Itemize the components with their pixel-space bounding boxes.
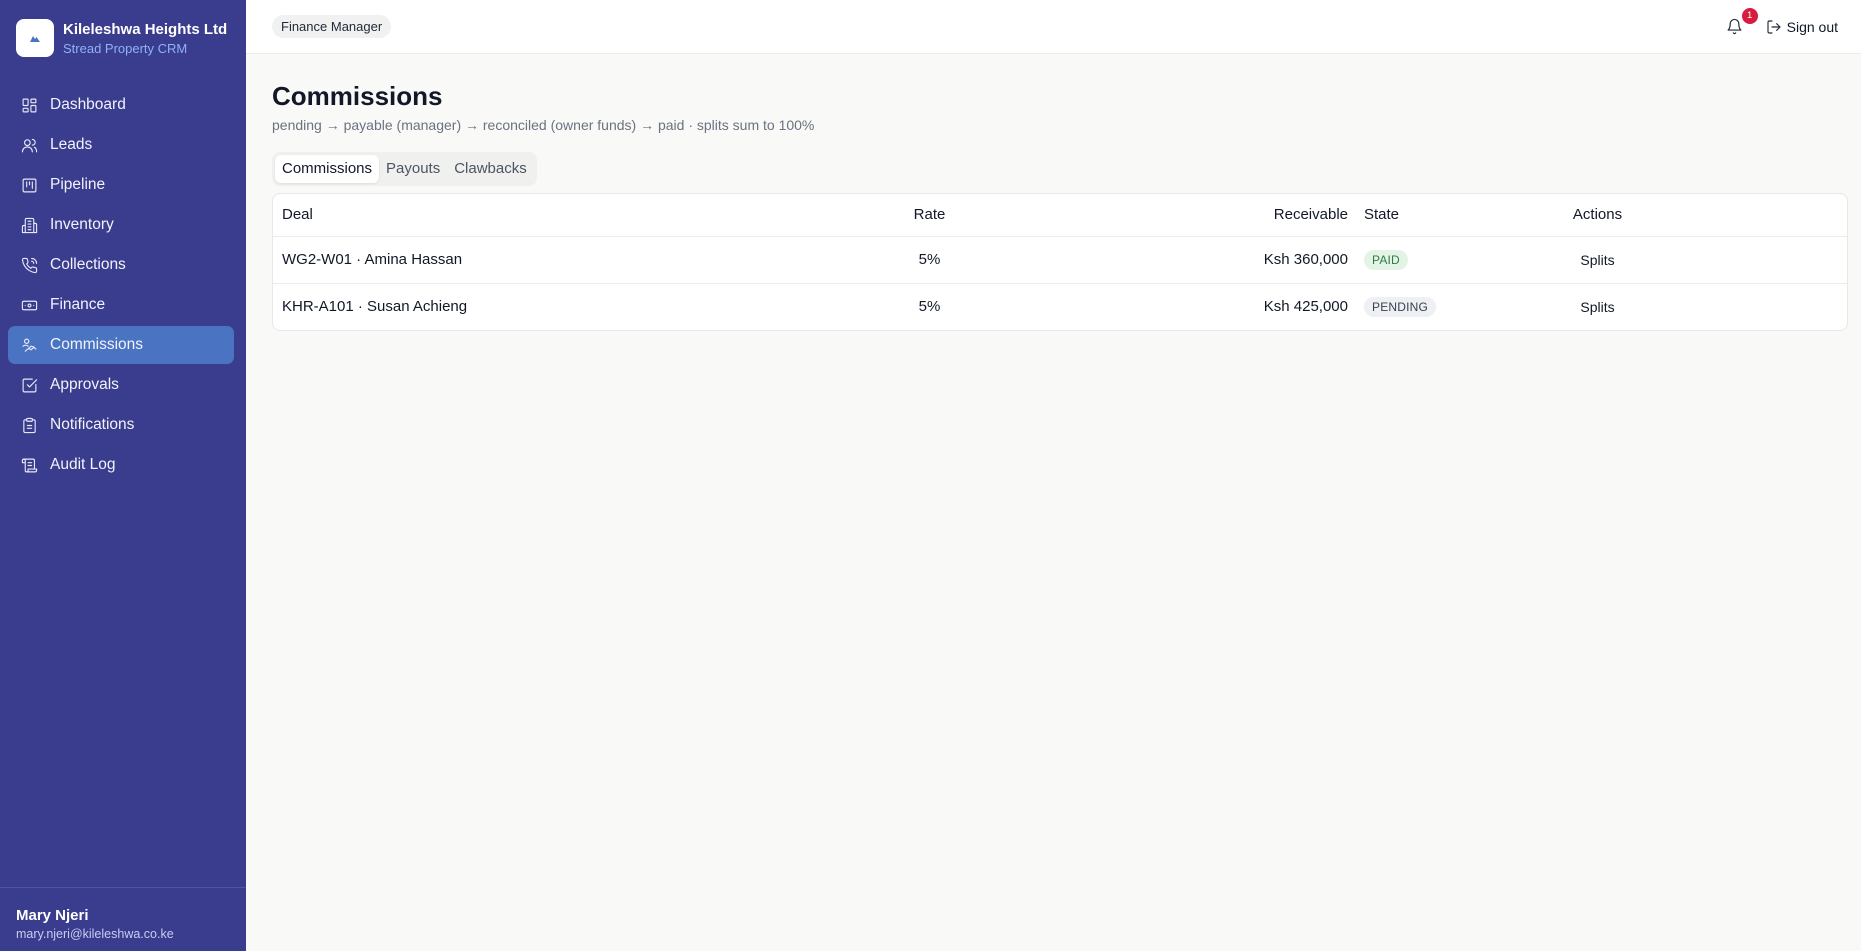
sidebar-item-commissions[interactable]: Commissions (8, 326, 234, 364)
receivable-cell: Ksh 360,000 (971, 236, 1355, 284)
tab-bar: Commissions Payouts Clawbacks (272, 152, 537, 186)
sidebar-item-label: Inventory (50, 216, 114, 233)
state-cell: PENDING (1355, 283, 1495, 330)
tab-commissions[interactable]: Commissions (275, 155, 380, 183)
column-header-receivable: Receivable (971, 194, 1355, 237)
rate-cell: 5% (918, 298, 941, 316)
actions-cell: Splits (1495, 283, 1700, 330)
commissions-table: Deal Rate Receivable State Actions WG2-W… (272, 193, 1848, 331)
sidebar-item-label: Commissions (50, 336, 144, 353)
receivable-cell: Ksh 425,000 (1263, 298, 1348, 316)
sidebar-item-label: Finance (50, 296, 106, 313)
sidebar-item-label: Collections (50, 256, 126, 273)
notification-count-badge: 1 (1741, 7, 1758, 24)
state-cell: PAID (1355, 236, 1495, 284)
actions-cell: Splits (1495, 236, 1700, 284)
notifications-button[interactable]: 1 (1724, 7, 1758, 38)
sidebar-item-finance[interactable]: Finance (8, 286, 234, 324)
status-badge: PAID (1364, 249, 1408, 270)
deal-cell: WG2-W01 · Amina Hassan (273, 236, 888, 284)
sign-out-label: Sign out (1786, 18, 1838, 35)
deal-cell: KHR-A101 · Susan Achieng (282, 298, 468, 316)
spacer-cell (1700, 236, 1847, 284)
column-header-state: State (1355, 194, 1495, 237)
sidebar-item-collections[interactable]: Collections (8, 246, 234, 284)
role-badge: Finance Manager (272, 15, 392, 38)
sidebar-item-label: Leads (50, 136, 93, 153)
handshake-icon (20, 336, 38, 354)
column-spacer (1700, 194, 1847, 237)
building-icon (20, 216, 38, 234)
phone-icon (20, 256, 38, 274)
sidebar-item-audit-log[interactable]: Audit Log (8, 446, 234, 484)
table-header-row: Deal Rate Receivable State Actions (273, 194, 1847, 237)
sidebar-item-label: Notifications (50, 416, 135, 433)
tab-payouts[interactable]: Payouts (379, 155, 447, 183)
brand-subtitle: Stread Property CRM (63, 40, 188, 56)
sidebar-item-dashboard[interactable]: Dashboard (8, 86, 234, 124)
user-profile: Mary Njeri mary.njeri@kileleshwa.co.ke (0, 887, 246, 951)
main-area: Finance Manager 1 Sign out Commissions p… (246, 0, 1861, 951)
log-out-icon (1767, 19, 1781, 34)
content: Commissions pending → payable (manager) … (246, 54, 1861, 331)
sidebar-item-approvals[interactable]: Approvals (8, 366, 234, 404)
banknote-icon (20, 296, 38, 314)
sidebar-item-notifications[interactable]: Notifications (8, 406, 234, 444)
kanban-icon (20, 176, 38, 194)
brand-name: Kileleshwa Heights Ltd (63, 20, 228, 38)
spacer-cell (1700, 283, 1847, 330)
dashboard-icon (20, 96, 38, 114)
splits-button[interactable]: Splits (1574, 248, 1620, 272)
column-header-rate: Rate (888, 194, 971, 237)
sidebar-item-label: Dashboard (50, 96, 126, 113)
splits-button[interactable]: Splits (1574, 295, 1620, 319)
rate-cell: 5% (888, 236, 971, 284)
sidebar-item-inventory[interactable]: Inventory (8, 206, 234, 244)
column-header-actions: Actions (1495, 194, 1700, 237)
sidebar-item-label: Pipeline (50, 176, 106, 193)
tab-clawbacks[interactable]: Clawbacks (447, 155, 534, 183)
sidebar-item-label: Approvals (50, 376, 119, 393)
topbar: Finance Manager 1 Sign out (246, 0, 1861, 54)
brand: Kileleshwa Heights Ltd Stread Property C… (0, 0, 246, 70)
users-icon (20, 136, 38, 154)
sidebar-item-label: Audit Log (50, 456, 116, 473)
building-logo-icon (16, 19, 54, 57)
sidebar-item-pipeline[interactable]: Pipeline (8, 166, 234, 204)
sidebar: Kileleshwa Heights Ltd Stread Property C… (0, 0, 246, 951)
clipboard-icon (20, 416, 38, 434)
user-name: Mary Njeri (16, 907, 89, 924)
page-subtitle: pending → payable (manager) → reconciled… (272, 117, 815, 133)
sidebar-item-leads[interactable]: Leads (8, 126, 234, 164)
table-row: WG2-W01 · Amina Hassan 5% Ksh 360,000 PA… (273, 236, 1847, 284)
bell-icon (1727, 18, 1742, 35)
page-title: Commissions (272, 81, 443, 111)
sign-out-button[interactable]: Sign out (1766, 19, 1838, 35)
table-row: KHR-A101 · Susan Achieng 5% Ksh 425,000 … (273, 283, 1847, 330)
column-header-deal: Deal (273, 194, 888, 237)
sidebar-nav: Dashboard Leads Pipeline Inventory Colle… (0, 70, 246, 887)
check-square-icon (20, 376, 38, 394)
scroll-icon (20, 456, 38, 474)
status-badge: PENDING (1364, 296, 1437, 317)
user-email: mary.njeri@kileleshwa.co.ke (16, 927, 174, 941)
